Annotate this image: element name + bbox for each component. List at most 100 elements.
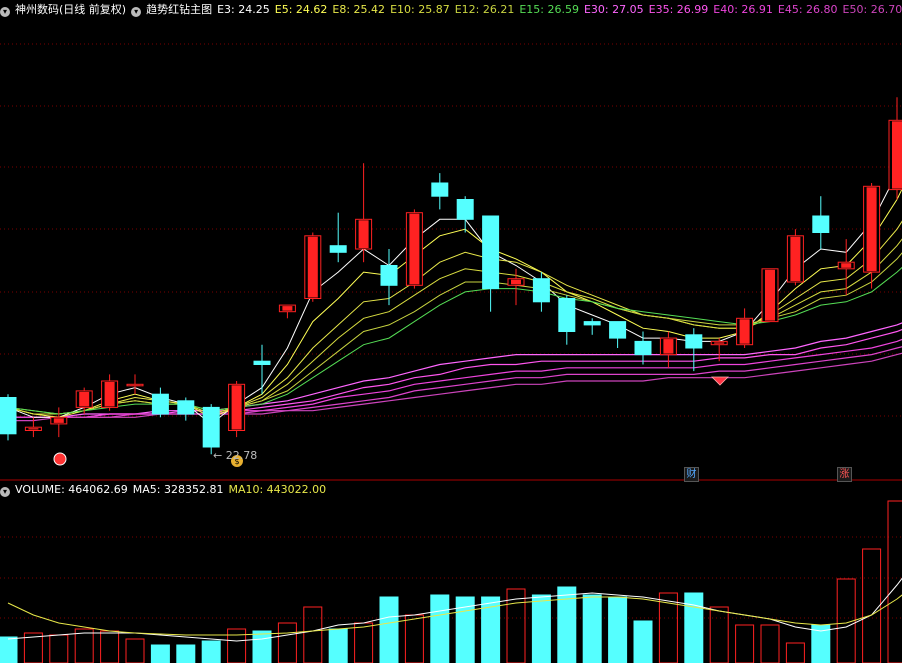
red-ball-icon	[53, 452, 67, 466]
candle-body-fill	[231, 385, 242, 430]
volume-bar-11	[277, 622, 297, 663]
candle-27	[685, 328, 703, 372]
ema-long-lines	[8, 322, 902, 422]
rise-badge[interactable]: 涨	[837, 467, 852, 482]
candle-body	[431, 182, 449, 197]
red-diamond-icon	[711, 376, 729, 386]
candle-33	[837, 239, 855, 296]
candle-5	[126, 374, 144, 395]
volume-bar-10	[252, 630, 272, 663]
candle-body	[0, 397, 17, 435]
volume-bar-31	[785, 642, 805, 663]
ema-line-e35	[8, 328, 902, 418]
candle-body-fill	[511, 279, 521, 285]
candle-9	[228, 381, 246, 438]
candle-31	[786, 229, 804, 286]
volume-bar-13	[328, 628, 348, 663]
finance-badge[interactable]: 财	[684, 467, 699, 482]
volume-bar-24	[608, 596, 628, 663]
volume-ma-lines	[7, 577, 902, 642]
candle-body	[634, 340, 652, 356]
candle-body-fill	[409, 213, 420, 285]
candle-19	[482, 215, 500, 312]
volume-bar-12	[303, 606, 323, 663]
volume-bars	[0, 500, 902, 663]
candle-body-fill	[790, 236, 801, 281]
candle-2	[50, 407, 68, 438]
candle-body-fill	[130, 385, 140, 386]
candle-35	[888, 97, 902, 200]
candle-17	[431, 173, 449, 210]
candles	[0, 97, 902, 455]
volume-bar-25	[633, 620, 653, 663]
candle-29	[736, 308, 754, 348]
candle-body	[482, 215, 500, 290]
candle-body-fill	[28, 428, 39, 430]
candle-16	[405, 209, 423, 289]
volume-bar-15	[379, 596, 399, 663]
volume-bar-4	[100, 630, 120, 663]
candle-body	[609, 321, 627, 339]
candle-body-fill	[358, 220, 369, 248]
volume-bar-6	[150, 644, 170, 663]
candle-body-fill	[307, 236, 318, 298]
candle-body	[329, 245, 347, 253]
candle-body	[380, 265, 398, 286]
volume-bar-3	[74, 628, 94, 663]
candle-11	[278, 304, 296, 319]
candle-body-fill	[79, 391, 90, 407]
volume-bar-27	[684, 592, 704, 663]
volume-bar-7	[176, 644, 196, 663]
candle-12	[304, 232, 322, 302]
low-price-label: ← 22.78	[213, 449, 258, 462]
candle-body	[583, 321, 601, 326]
candle-10	[253, 344, 271, 395]
candle-23	[583, 318, 601, 335]
candle-30	[761, 268, 779, 323]
candle-25	[634, 331, 652, 365]
candle-14	[355, 163, 373, 263]
volume-bar-14	[354, 622, 374, 663]
volume-bar-34	[862, 548, 882, 663]
candle-body-fill	[663, 339, 674, 354]
volume-bar-16	[404, 614, 424, 663]
volume-ma5-line	[7, 577, 902, 642]
candle-body	[685, 334, 703, 349]
volume-bar-2	[49, 634, 69, 663]
volume-ma10-line	[7, 594, 902, 636]
volume-bar-30	[760, 624, 780, 663]
ema-short-lines	[7, 158, 902, 425]
volume-bar-28	[709, 606, 729, 663]
candle-26	[659, 331, 677, 368]
candle-body-fill	[892, 121, 902, 189]
candle-15	[380, 249, 398, 306]
ema-line-e3	[7, 158, 902, 425]
candle-body-fill	[53, 418, 64, 423]
volume-bar-8	[201, 640, 221, 663]
candle-body-fill	[714, 342, 725, 344]
candle-6	[151, 387, 169, 418]
candle-body	[558, 298, 576, 332]
candle-24	[609, 321, 627, 348]
volume-bar-9	[227, 628, 247, 663]
candle-body-fill	[104, 382, 115, 407]
candle-34	[863, 183, 881, 289]
candle-body	[456, 199, 474, 220]
volume-bar-29	[735, 624, 755, 663]
candle-4	[101, 374, 119, 411]
candle-body-fill	[841, 263, 852, 268]
candle-13	[329, 212, 347, 263]
candle-body	[253, 360, 271, 366]
candle-body	[151, 393, 169, 415]
candle-22	[558, 295, 576, 345]
candle-body-fill	[282, 306, 293, 311]
candle-32	[812, 196, 830, 249]
candle-body	[202, 406, 220, 448]
volume-bar-21	[531, 594, 551, 663]
stock-chart[interactable]: $	[0, 0, 902, 663]
volume-bar-5	[125, 638, 145, 663]
volume-bar-0	[0, 636, 18, 663]
candle-body-fill	[739, 319, 750, 344]
candle-body	[532, 278, 550, 303]
volume-bar-17	[430, 594, 450, 663]
